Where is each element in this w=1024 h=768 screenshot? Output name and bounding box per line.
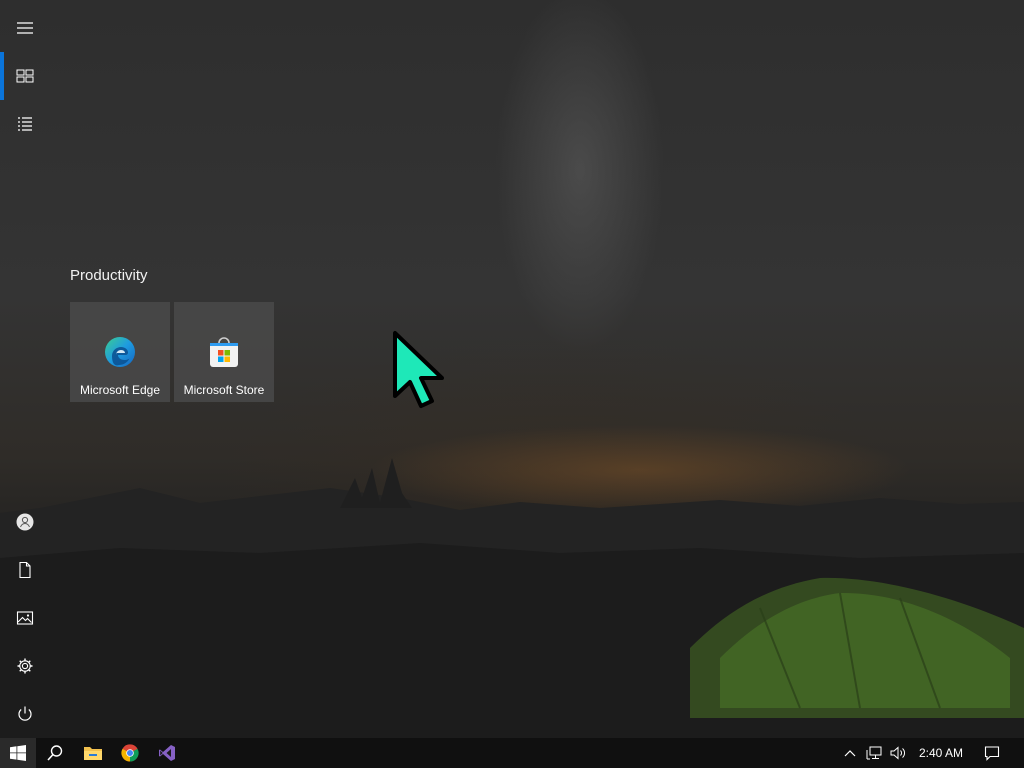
tile-group-title[interactable]: Productivity bbox=[70, 267, 148, 284]
start-menu-rail bbox=[0, 0, 50, 738]
all-apps-button[interactable] bbox=[0, 100, 50, 148]
tile-label: Microsoft Store bbox=[183, 383, 265, 397]
visual-studio-icon bbox=[159, 745, 175, 761]
hamburger-menu-icon bbox=[17, 22, 33, 34]
hamburger-menu-button[interactable] bbox=[0, 4, 50, 52]
settings-icon bbox=[17, 658, 33, 674]
tile-microsoft-edge[interactable]: Microsoft Edge bbox=[70, 302, 170, 402]
network-status-button[interactable] bbox=[862, 738, 886, 768]
search-icon bbox=[47, 745, 63, 761]
taskbar-clock[interactable]: 2:40 AM bbox=[912, 738, 970, 768]
taskbar-chrome[interactable] bbox=[111, 738, 149, 768]
file-explorer-icon bbox=[84, 747, 102, 760]
chrome-icon bbox=[121, 744, 139, 762]
taskbar-visual-studio[interactable] bbox=[148, 738, 186, 768]
user-account-button[interactable] bbox=[0, 498, 50, 546]
windows-start-icon bbox=[10, 745, 26, 761]
edge-icon bbox=[105, 337, 135, 367]
volume-icon bbox=[890, 746, 905, 760]
all-apps-list-icon bbox=[18, 117, 32, 131]
start-button[interactable] bbox=[0, 738, 36, 768]
pinned-tiles-icon bbox=[16, 69, 34, 83]
action-center-button[interactable] bbox=[978, 738, 1006, 768]
volume-button[interactable] bbox=[886, 738, 910, 768]
show-hidden-icons-chevron-icon bbox=[844, 750, 856, 757]
taskbar: 2:40 AM bbox=[0, 738, 1024, 768]
wallpaper-landscape bbox=[0, 458, 1024, 738]
desktop-wallpaper: Productivity Microsoft Edge Microsoft St… bbox=[0, 0, 1024, 738]
action-center-icon bbox=[984, 746, 1000, 761]
pictures-button[interactable] bbox=[0, 594, 50, 642]
taskbar-file-explorer[interactable] bbox=[74, 738, 112, 768]
pictures-icon bbox=[16, 611, 34, 625]
power-icon bbox=[18, 706, 32, 721]
show-hidden-icons-button[interactable] bbox=[838, 738, 862, 768]
tile-label: Microsoft Edge bbox=[79, 383, 161, 397]
documents-button[interactable] bbox=[0, 546, 50, 594]
pinned-tiles-button[interactable] bbox=[0, 52, 50, 100]
settings-button[interactable] bbox=[0, 642, 50, 690]
documents-icon bbox=[19, 561, 31, 579]
tile-microsoft-store[interactable]: Microsoft Store bbox=[174, 302, 274, 402]
store-icon bbox=[210, 337, 238, 367]
taskbar-search-button[interactable] bbox=[36, 738, 74, 768]
power-button[interactable] bbox=[0, 690, 50, 738]
mouse-pointer-icon bbox=[393, 331, 444, 408]
user-account-icon bbox=[16, 513, 34, 531]
network-icon bbox=[866, 746, 882, 760]
